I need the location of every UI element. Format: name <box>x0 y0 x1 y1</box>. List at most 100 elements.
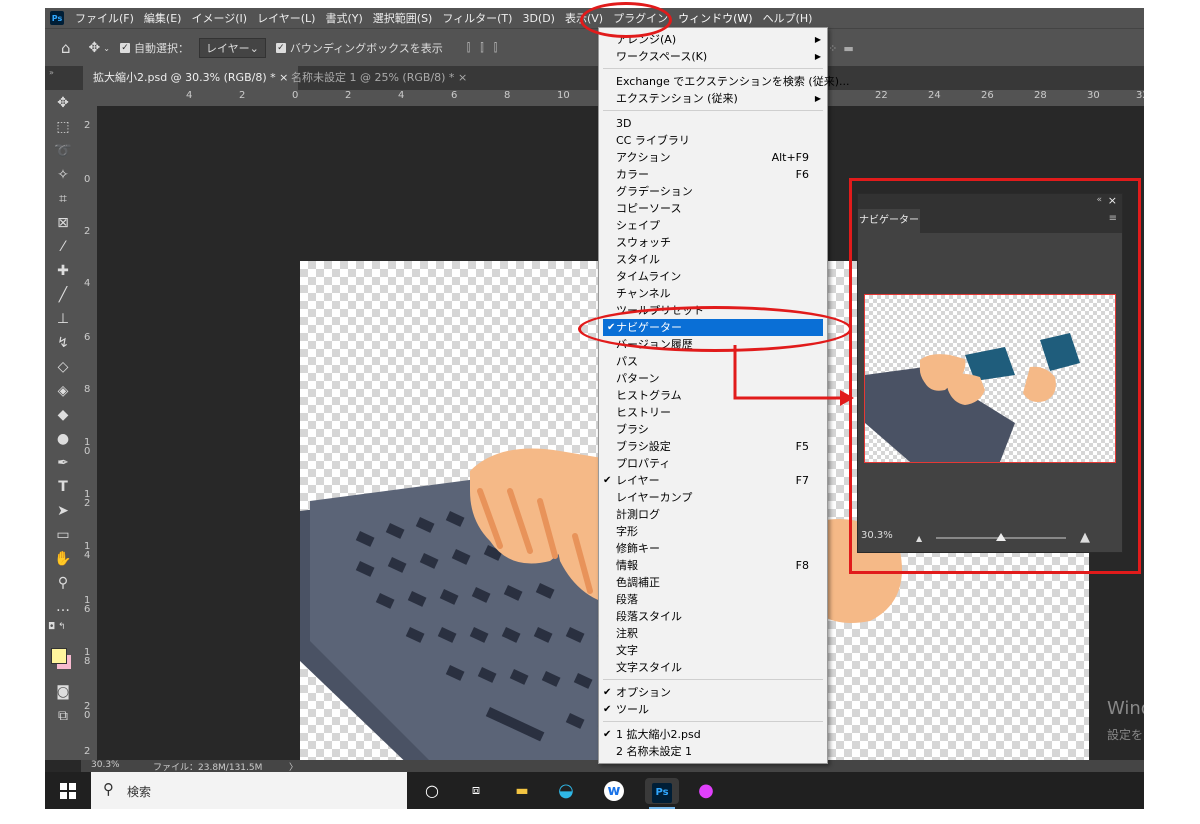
tab-document-1[interactable]: 拡大縮小2.psd @ 30.3% (RGB/8) * × <box>83 66 299 90</box>
screen-mode-icon[interactable]: ⧉ <box>51 706 75 726</box>
window-menu-item[interactable]: 注釈 <box>599 625 827 642</box>
stamp-tool-icon[interactable]: ⊥ <box>51 309 75 329</box>
close-icon[interactable]: × <box>458 71 467 84</box>
auto-select-dropdown[interactable]: レイヤー ⌄ <box>198 38 266 58</box>
path-selection-tool-icon[interactable]: ➤ <box>51 501 75 521</box>
menu-edit[interactable]: 編集(E) <box>139 10 187 26</box>
window-menu-item[interactable]: グラデーション <box>599 183 827 200</box>
w-app-icon[interactable]: w <box>601 778 627 804</box>
window-menu-item[interactable]: スウォッチ <box>599 234 827 251</box>
magic-wand-tool-icon[interactable]: ✧ <box>51 165 75 185</box>
window-menu-item[interactable]: CC ライブラリ <box>599 132 827 149</box>
photoshop-icon[interactable]: Ps <box>645 778 679 804</box>
window-menu-item[interactable]: Exchange でエクステンションを検索 (従来)... <box>599 73 849 90</box>
more-tools-icon[interactable]: … <box>51 597 75 617</box>
default-colors-icon[interactable]: ◘ ↰ <box>48 622 66 632</box>
window-menu-item[interactable]: コピーソース <box>599 200 827 217</box>
window-menu-item-label: アクション <box>616 151 671 164</box>
window-menu-item[interactable]: 段落スタイル <box>599 608 827 625</box>
menu-file[interactable]: ファイル(F) <box>70 10 139 26</box>
status-zoom[interactable]: 30.3% <box>91 760 120 770</box>
blur-tool-icon[interactable]: ◆ <box>51 405 75 425</box>
menu-help[interactable]: ヘルプ(H) <box>758 10 818 26</box>
foreground-color-swatch[interactable] <box>51 648 67 664</box>
window-menu-item[interactable]: 3D <box>599 115 827 132</box>
window-menu-item[interactable]: タイムライン <box>599 268 827 285</box>
window-menu-item[interactable]: カラー F6 <box>599 166 827 183</box>
window-menu-item[interactable]: 計測ログ <box>599 506 827 523</box>
pen-tool-icon[interactable]: ✒ <box>51 453 75 473</box>
tab-document-2[interactable]: 名称未設定 1 @ 25% (RGB/8) * × <box>281 66 477 90</box>
menu-layer[interactable]: レイヤー(L) <box>252 10 320 26</box>
bounding-box-checkbox[interactable]: ✓ バウンディングボックスを表示 <box>275 40 443 56</box>
task-view-icon[interactable]: ⧈ <box>463 778 489 804</box>
quick-mask-icon[interactable]: ◙ <box>51 682 75 702</box>
window-menu-item[interactable]: ブラシ <box>599 421 827 438</box>
window-menu-item[interactable]: 情報 F8 <box>599 557 827 574</box>
window-menu-item[interactable]: プロパティ <box>599 455 827 472</box>
ruler-tick-label: 1 6 <box>84 595 91 615</box>
window-menu-item[interactable]: 2 名称未設定 1 <box>599 743 827 760</box>
window-menu-item[interactable]: スタイル <box>599 251 827 268</box>
auto-select-label: 自動選択： <box>133 42 189 55</box>
zoom-tool-icon[interactable]: ⚲ <box>51 573 75 593</box>
crop-tool-icon[interactable]: ⌗ <box>51 189 75 209</box>
ruler-tick-label: 4 <box>186 90 193 101</box>
menu-select[interactable]: 選択範囲(S) <box>368 10 438 26</box>
window-menu-item[interactable]: ✔ ツール <box>599 701 827 718</box>
color-drop-icon[interactable]: ● <box>693 778 719 804</box>
menu-window[interactable]: ウィンドウ(W) <box>673 10 757 26</box>
home-icon[interactable]: ⌂ <box>61 39 71 57</box>
window-menu-item[interactable]: エクステンション (従来) ▶ <box>599 90 827 107</box>
window-menu-item-shortcut: F6 <box>795 168 809 181</box>
window-menu-item[interactable]: 修飾キー <box>599 540 827 557</box>
edge-icon[interactable]: ◒ <box>553 778 579 804</box>
auto-select-checkbox[interactable]: ✓ 自動選択： <box>119 40 189 56</box>
window-menu-item-label: 文字スタイル <box>616 661 682 674</box>
window-menu-item[interactable]: チャンネル <box>599 285 827 302</box>
lasso-tool-icon[interactable]: ➰ <box>51 141 75 161</box>
type-tool-icon[interactable]: T <box>51 477 75 497</box>
ruler-tick-label: 0 <box>84 174 91 185</box>
window-menu-item[interactable]: ワークスペース(K) ▶ <box>599 48 827 65</box>
window-menu-item[interactable]: アクション Alt+F9 <box>599 149 827 166</box>
rectangle-tool-icon[interactable]: ▭ <box>51 525 75 545</box>
cortana-icon[interactable]: ○ <box>419 778 445 804</box>
windows-start-icon[interactable] <box>55 778 81 804</box>
brush-tool-icon[interactable]: ╱ <box>51 285 75 305</box>
history-brush-tool-icon[interactable]: ↯ <box>51 333 75 353</box>
marquee-tool-icon[interactable]: ⬚ <box>51 117 75 137</box>
window-menu-item[interactable]: ✔ レイヤー F7 <box>599 472 827 489</box>
window-menu-item[interactable]: ブラシ設定 F5 <box>599 438 827 455</box>
paint-bucket-tool-icon[interactable]: ◈ <box>51 381 75 401</box>
healing-brush-tool-icon[interactable]: ✚ <box>51 261 75 281</box>
move-tool-icon[interactable]: ✥ <box>51 93 75 113</box>
window-menu-item[interactable]: 字形 <box>599 523 827 540</box>
window-menu-item-label: 1 拡大縮小2.psd <box>616 728 701 741</box>
dodge-tool-icon[interactable]: ● <box>51 429 75 449</box>
window-menu-item[interactable]: 段落 <box>599 591 827 608</box>
window-menu-item[interactable]: 文字 <box>599 642 827 659</box>
window-menu-item[interactable]: ✔ 1 拡大縮小2.psd <box>599 726 827 743</box>
eraser-tool-icon[interactable]: ◇ <box>51 357 75 377</box>
frame-tool-icon[interactable]: ⊠ <box>51 213 75 233</box>
window-menu-item-label: スウォッチ <box>616 236 671 249</box>
ruler-tick-label: 6 <box>84 332 91 343</box>
window-menu-item[interactable]: 色調補正 <box>599 574 827 591</box>
window-menu-item[interactable]: シェイプ <box>599 217 827 234</box>
taskbar-search-box[interactable]: ⚲ 検索 <box>91 772 407 809</box>
window-menu-item-label: CC ライブラリ <box>616 134 690 147</box>
menu-image[interactable]: イメージ(I) <box>186 10 252 26</box>
window-menu-item[interactable]: 文字スタイル <box>599 659 827 676</box>
menu-3d[interactable]: 3D(D) <box>517 12 560 25</box>
window-menu-item[interactable]: ✔ オプション <box>599 684 827 701</box>
move-tool-icon[interactable]: ✥ ⌄ <box>89 40 110 56</box>
eyedropper-tool-icon[interactable]: ⁄ <box>51 237 75 257</box>
collapse-icon[interactable]: » <box>49 68 54 77</box>
menu-filter[interactable]: フィルター(T) <box>437 10 517 26</box>
file-explorer-icon[interactable]: ▬ <box>509 778 535 804</box>
window-menu-item[interactable]: レイヤーカンプ <box>599 489 827 506</box>
align-icons[interactable]: ⫿⫿⫿ <box>467 41 508 55</box>
menu-type[interactable]: 書式(Y) <box>320 10 367 26</box>
hand-tool-icon[interactable]: ✋ <box>51 549 75 569</box>
